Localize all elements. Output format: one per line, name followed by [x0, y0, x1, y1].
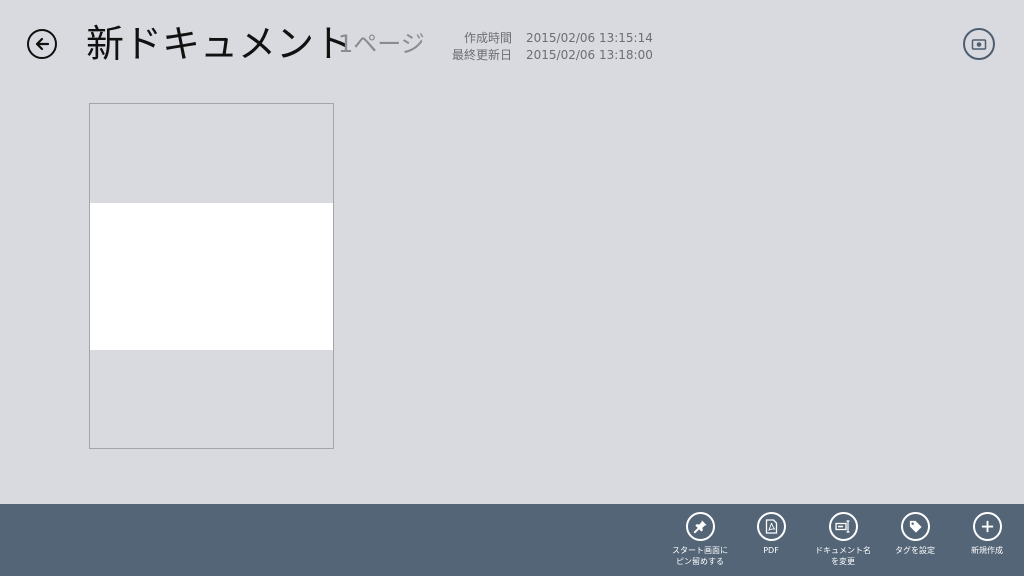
- arrow-left-icon: [35, 37, 50, 51]
- app-bar: スタート画面に ピン留めする PDF ドキュメント名 を変更 タグを設定 新規作…: [0, 504, 1024, 576]
- camera-button[interactable]: [963, 28, 995, 60]
- modified-label: 最終更新日: [452, 48, 513, 62]
- pin-icon: [685, 512, 715, 541]
- set-tag-button[interactable]: タグを設定: [879, 512, 951, 556]
- created-row: 作成時間 2015/02/06 13:15:14: [452, 30, 653, 47]
- page-thumbnail[interactable]: [89, 103, 334, 449]
- page-thumbnail-content: [90, 203, 333, 350]
- pdf-button[interactable]: PDF: [735, 512, 807, 556]
- created-value: 2015/02/06 13:15:14: [526, 31, 653, 45]
- new-document-button[interactable]: 新規作成: [951, 512, 1023, 556]
- set-tag-label: タグを設定: [895, 546, 935, 555]
- pin-to-start-label: スタート画面に ピン留めする: [672, 546, 728, 566]
- modified-value: 2015/02/06 13:18:00: [526, 48, 653, 62]
- rename-icon: [828, 512, 858, 541]
- tag-icon: [900, 512, 930, 541]
- pin-to-start-button[interactable]: スタート画面に ピン留めする: [664, 512, 736, 567]
- camera-icon: [971, 39, 987, 50]
- back-button[interactable]: [27, 29, 57, 59]
- pdf-icon: [756, 512, 786, 541]
- document-metadata: 作成時間 2015/02/06 13:15:14 最終更新日 2015/02/0…: [452, 30, 653, 64]
- created-label: 作成時間: [463, 31, 512, 45]
- page-title: 新ドキュメント: [86, 22, 353, 66]
- rename-document-label: ドキュメント名 を変更: [815, 546, 871, 566]
- modified-row: 最終更新日 2015/02/06 13:18:00: [452, 47, 653, 64]
- pdf-label: PDF: [763, 546, 779, 555]
- rename-document-button[interactable]: ドキュメント名 を変更: [807, 512, 879, 567]
- page-count: 1ページ: [338, 30, 425, 58]
- plus-icon: [972, 512, 1002, 541]
- new-document-label: 新規作成: [971, 546, 1003, 555]
- document-page: 新ドキュメント 1ページ 作成時間 2015/02/06 13:15:14 最終…: [0, 0, 1024, 576]
